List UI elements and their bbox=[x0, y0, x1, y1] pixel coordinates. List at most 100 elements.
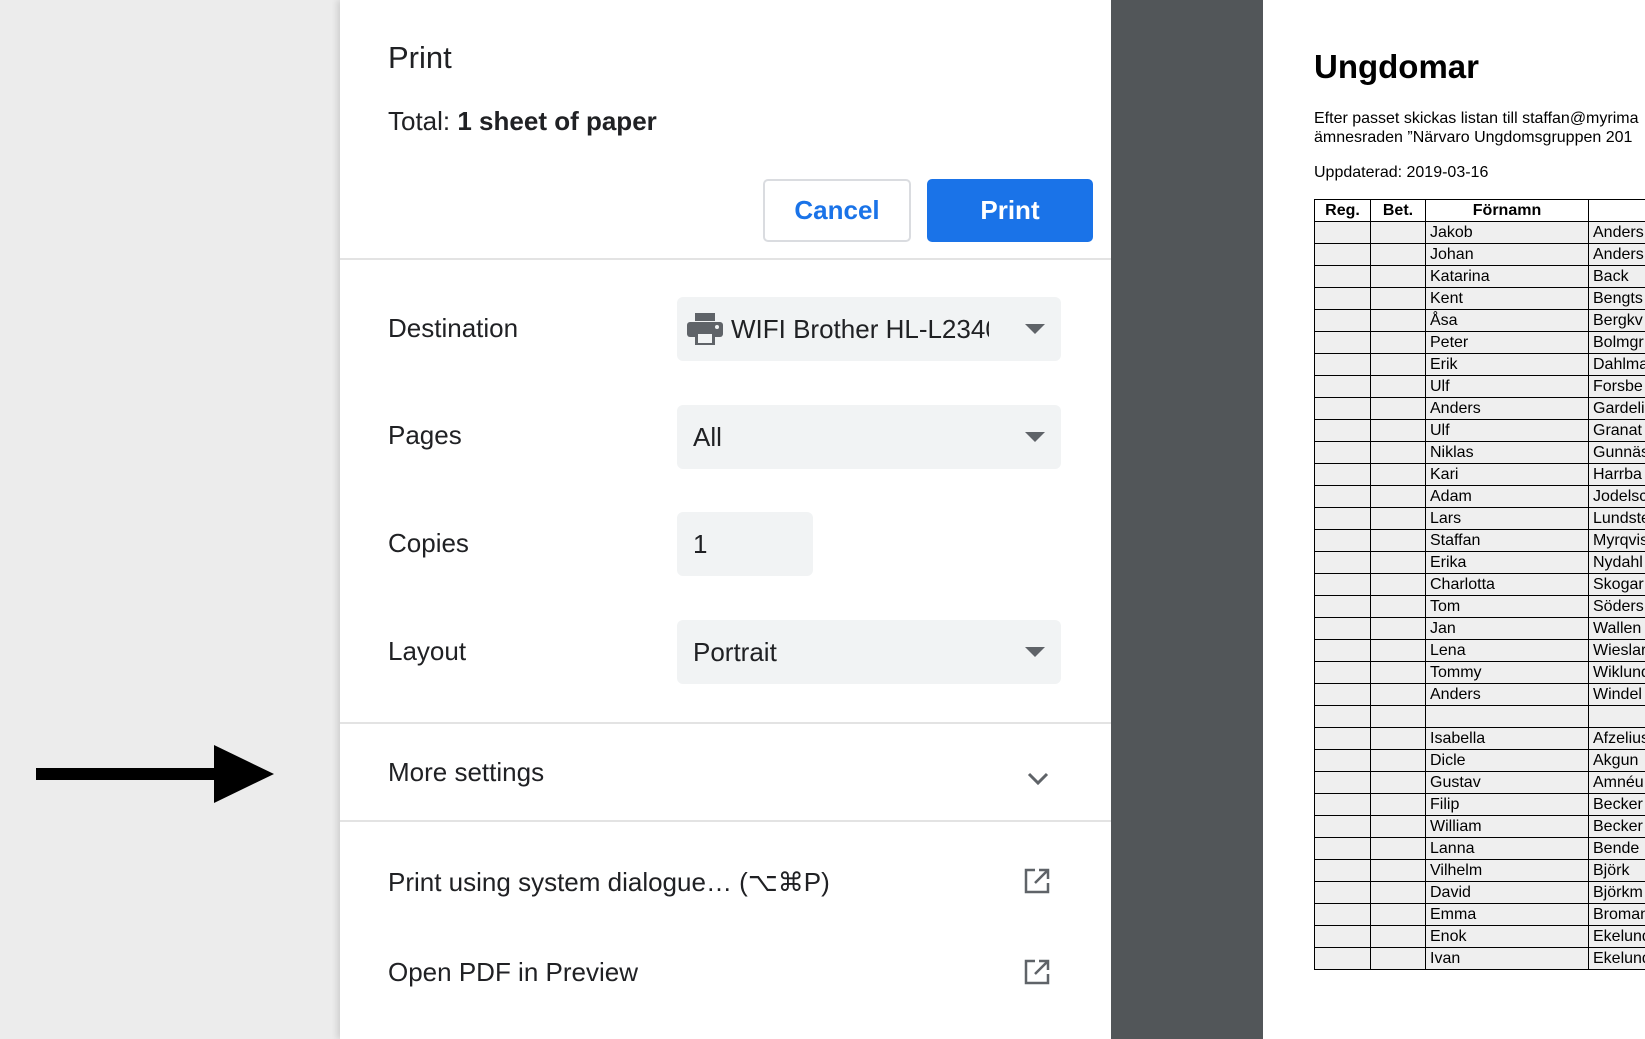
lastname-cell: Windel bbox=[1588, 683, 1645, 706]
chevron-down-icon bbox=[1025, 432, 1045, 442]
attendance-table: Reg. Bet. Förnamn Jakob Anders Johan Anders… bbox=[1314, 199, 1645, 970]
reg-cell bbox=[1314, 529, 1371, 552]
pages-value: All bbox=[693, 421, 722, 452]
reg-cell bbox=[1314, 727, 1371, 750]
lastname-cell: Amnéu bbox=[1588, 771, 1645, 794]
reg-cell bbox=[1314, 705, 1371, 728]
reg-cell bbox=[1314, 507, 1371, 530]
firstname-cell: Anders bbox=[1425, 683, 1589, 706]
reg-cell bbox=[1314, 309, 1371, 332]
reg-cell bbox=[1314, 595, 1371, 618]
firstname-cell: Emma bbox=[1425, 903, 1589, 926]
expand-chevron-icon[interactable] bbox=[1026, 766, 1050, 790]
pages-select[interactable]: All bbox=[677, 405, 1061, 469]
bet-cell bbox=[1370, 947, 1426, 970]
reg-cell bbox=[1314, 573, 1371, 596]
total-sheets: Total: 1 sheet of paper bbox=[388, 106, 657, 137]
total-prefix: Total: bbox=[388, 106, 458, 136]
layout-value: Portrait bbox=[693, 636, 777, 667]
firstname-cell: Niklas bbox=[1425, 441, 1589, 464]
bet-cell bbox=[1370, 463, 1426, 486]
lastname-cell: Broman bbox=[1588, 903, 1645, 926]
reg-cell bbox=[1314, 815, 1371, 838]
preview-title: Ungdomar bbox=[1314, 48, 1479, 85]
layout-label: Layout bbox=[388, 636, 467, 666]
firstname-cell: Staffan bbox=[1425, 529, 1589, 552]
bet-cell bbox=[1370, 881, 1426, 904]
table-row bbox=[1314, 705, 1645, 728]
reg-cell bbox=[1314, 265, 1371, 288]
bet-cell bbox=[1370, 617, 1426, 640]
lastname-cell: Becker bbox=[1588, 793, 1645, 816]
table-row: Erika Nydahl bbox=[1314, 551, 1645, 574]
table-row: Ulf Granat bbox=[1314, 419, 1645, 442]
reg-cell bbox=[1314, 903, 1371, 926]
column-header: Reg. bbox=[1314, 199, 1371, 222]
firstname-cell: Johan bbox=[1425, 243, 1589, 266]
firstname-cell: Kari bbox=[1425, 463, 1589, 486]
lastname-cell: Back bbox=[1588, 265, 1645, 288]
table-row: David Björkm bbox=[1314, 881, 1645, 904]
cancel-button[interactable]: Cancel bbox=[763, 179, 911, 242]
firstname-cell: Kent bbox=[1425, 287, 1589, 310]
table-row: Staffan Myrqvis bbox=[1314, 529, 1645, 552]
reg-cell bbox=[1314, 793, 1371, 816]
open-pdf-preview-link[interactable]: Open PDF in Preview bbox=[388, 957, 638, 988]
column-header: Bet. bbox=[1370, 199, 1426, 222]
firstname-cell: Ulf bbox=[1425, 375, 1589, 398]
lastname-cell: Afzelius bbox=[1588, 727, 1645, 750]
firstname-cell: Anders bbox=[1425, 397, 1589, 420]
reg-cell bbox=[1314, 331, 1371, 354]
reg-cell bbox=[1314, 617, 1371, 640]
open-external-icon[interactable] bbox=[1023, 867, 1051, 895]
total-value: 1 sheet of paper bbox=[457, 106, 657, 136]
table-row: Anders Windel bbox=[1314, 683, 1645, 706]
print-preview-page: Ungdomar Efter passet skickas listan til… bbox=[1263, 0, 1645, 1039]
table-row: Anders Gardeli bbox=[1314, 397, 1645, 420]
system-dialogue-link[interactable]: Print using system dialogue… (⌥⌘P) bbox=[388, 867, 830, 898]
table-row: William Becker bbox=[1314, 815, 1645, 838]
reg-cell bbox=[1314, 749, 1371, 772]
firstname-cell: Dicle bbox=[1425, 749, 1589, 772]
table-row: Erik Dahlma bbox=[1314, 353, 1645, 376]
copies-input[interactable]: 1 bbox=[677, 512, 813, 576]
lastname-cell: Skogar bbox=[1588, 573, 1645, 596]
more-settings-toggle[interactable]: More settings bbox=[388, 757, 544, 788]
lastname-cell: Björkm bbox=[1588, 881, 1645, 904]
lastname-cell: Lundste bbox=[1588, 507, 1645, 530]
firstname-cell: Tommy bbox=[1425, 661, 1589, 684]
bet-cell bbox=[1370, 859, 1426, 882]
firstname-cell: Erika bbox=[1425, 551, 1589, 574]
firstname-cell: Erik bbox=[1425, 353, 1589, 376]
lastname-cell: Gunnäs bbox=[1588, 441, 1645, 464]
reg-cell bbox=[1314, 639, 1371, 662]
layout-select[interactable]: Portrait bbox=[677, 620, 1061, 684]
open-external-icon[interactable] bbox=[1023, 958, 1051, 986]
bet-cell bbox=[1370, 727, 1426, 750]
lastname-cell: Björk bbox=[1588, 859, 1645, 882]
table-row: Vilhelm Björk bbox=[1314, 859, 1645, 882]
firstname-cell: Enok bbox=[1425, 925, 1589, 948]
reg-cell bbox=[1314, 441, 1371, 464]
reg-cell bbox=[1314, 837, 1371, 860]
lastname-cell: Myrqvis bbox=[1588, 529, 1645, 552]
table-row: Jakob Anders bbox=[1314, 221, 1645, 244]
print-button[interactable]: Print bbox=[927, 179, 1093, 242]
bet-cell bbox=[1370, 419, 1426, 442]
bet-cell bbox=[1370, 485, 1426, 508]
bet-cell bbox=[1370, 353, 1426, 376]
bet-cell bbox=[1370, 595, 1426, 618]
reg-cell bbox=[1314, 419, 1371, 442]
reg-cell bbox=[1314, 397, 1371, 420]
destination-select[interactable]: WIFI Brother HL-L2340 bbox=[677, 297, 1061, 361]
reg-cell bbox=[1314, 353, 1371, 376]
firstname-cell: Adam bbox=[1425, 485, 1589, 508]
table-row: Isabella Afzelius bbox=[1314, 727, 1645, 750]
table-row: Katarina Back bbox=[1314, 265, 1645, 288]
table-row: Kent Bengts bbox=[1314, 287, 1645, 310]
firstname-cell: Ivan bbox=[1425, 947, 1589, 970]
reg-cell bbox=[1314, 221, 1371, 244]
firstname-cell: Gustav bbox=[1425, 771, 1589, 794]
table-row: Peter Bolmgr bbox=[1314, 331, 1645, 354]
bet-cell bbox=[1370, 683, 1426, 706]
